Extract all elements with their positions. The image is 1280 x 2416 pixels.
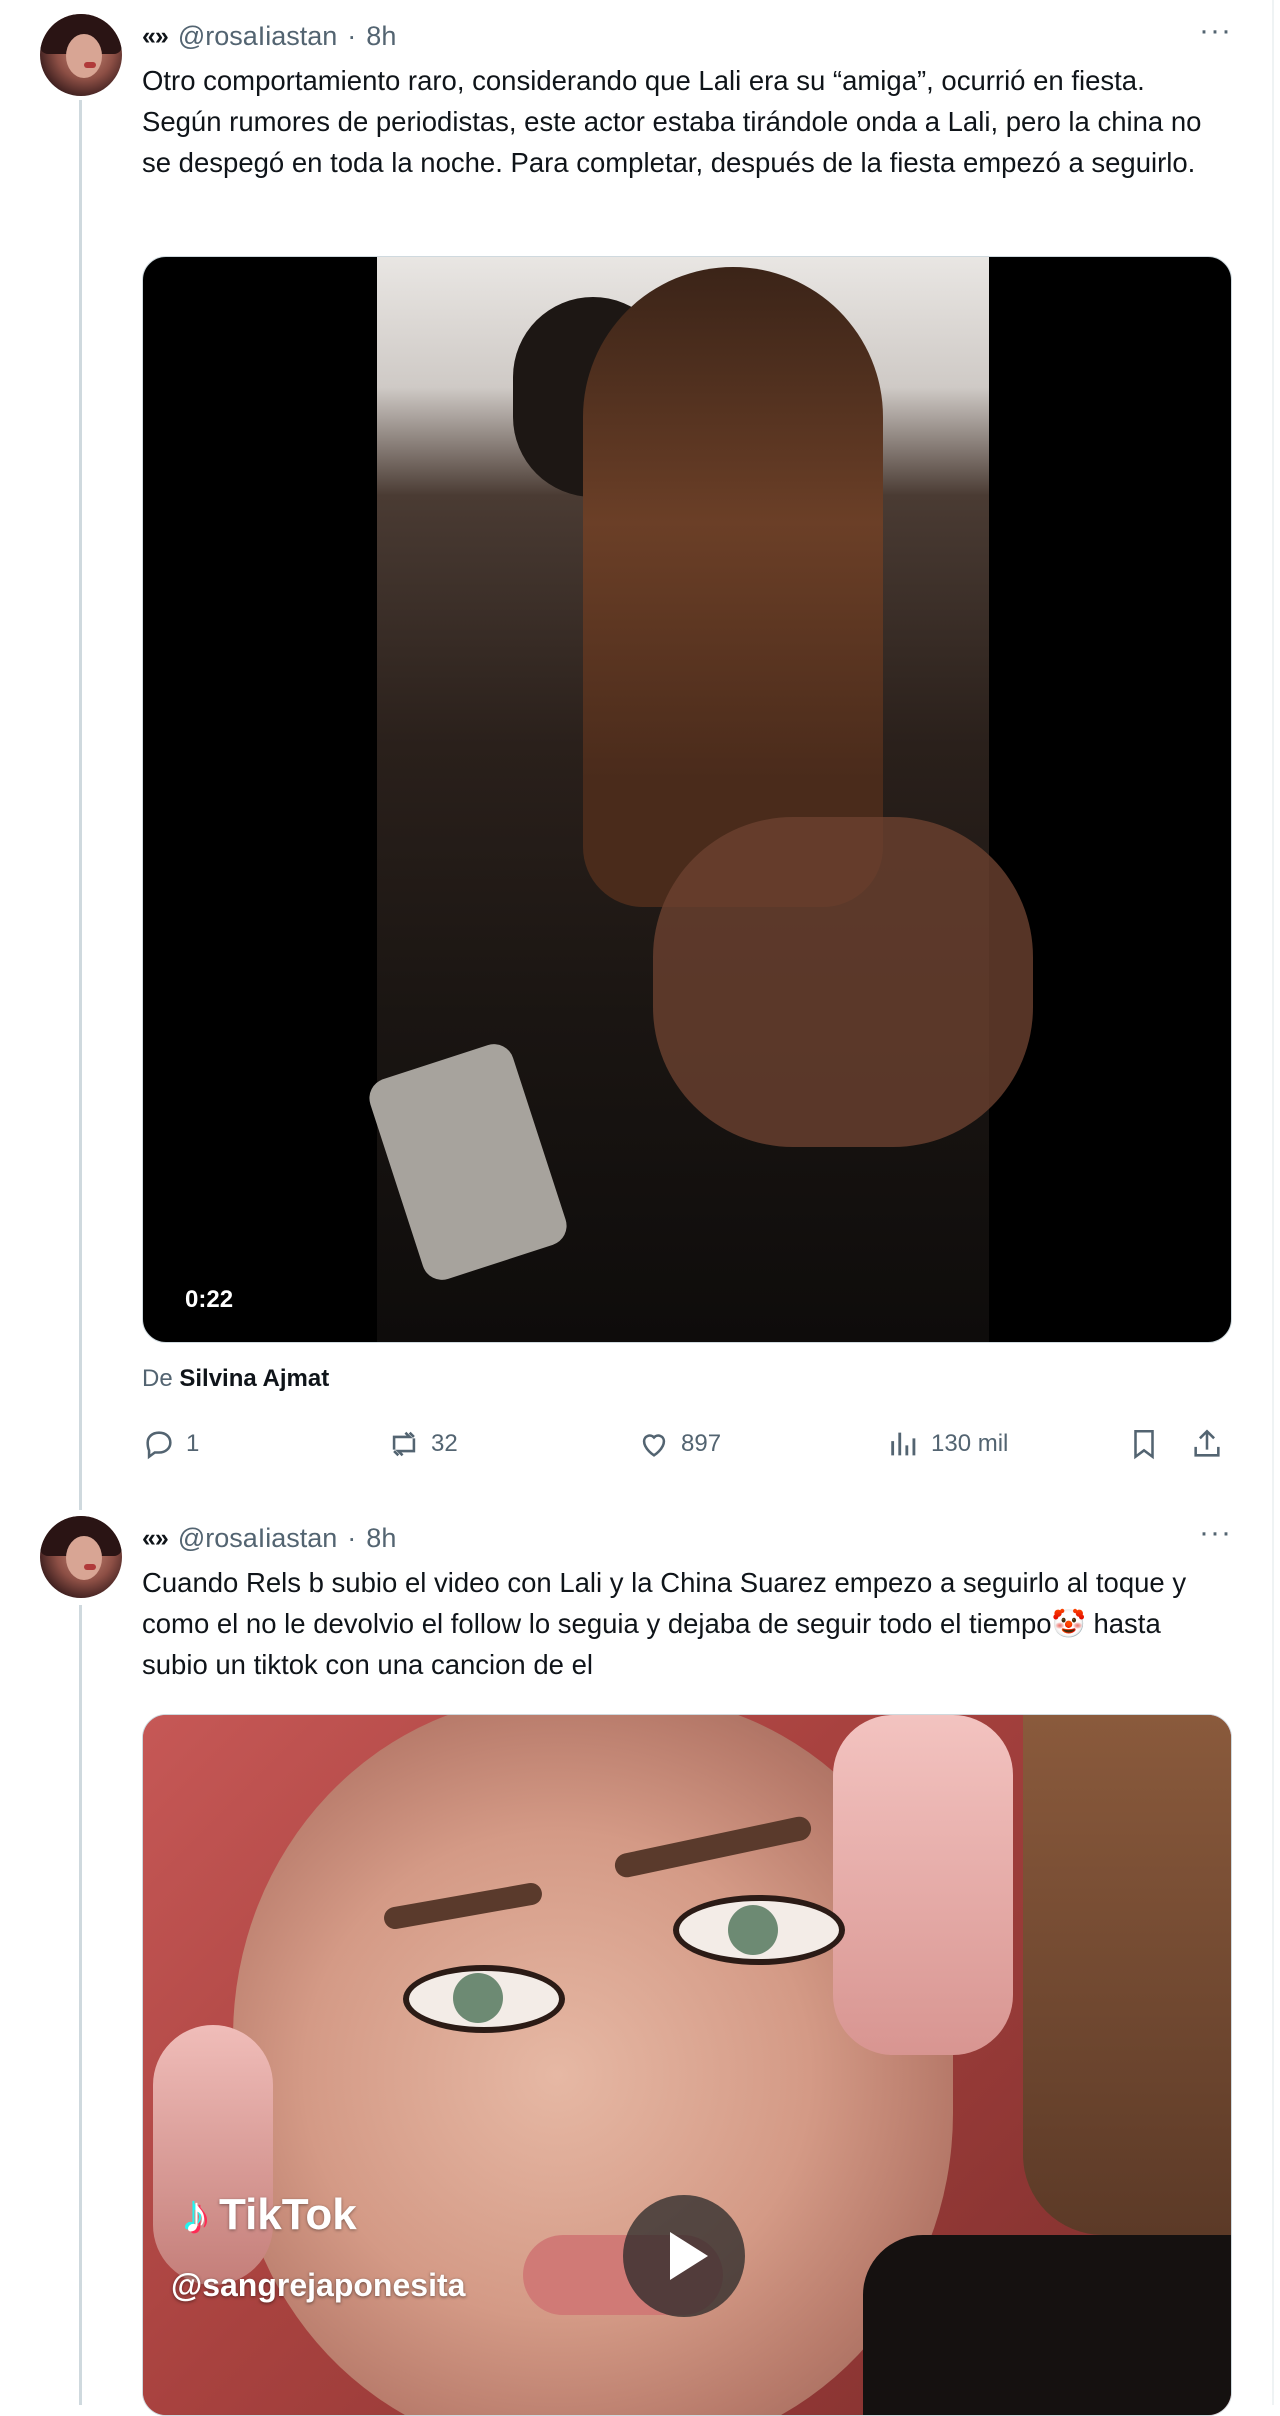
thread-line	[79, 100, 82, 1510]
user-handle[interactable]: @rosaIiastan	[178, 1523, 337, 1554]
play-icon	[670, 2232, 708, 2280]
avatar[interactable]	[40, 1516, 122, 1598]
repost-count: 32	[431, 1430, 458, 1457]
media-credit: De Silvina Ajmat	[142, 1365, 330, 1392]
tiktok-brand: TikTok	[219, 2190, 357, 2239]
share-icon	[1194, 1429, 1220, 1457]
more-icon[interactable]: ···	[1199, 14, 1232, 48]
tiktok-video-player[interactable]: ♪ TikTok @sangrejaponesita	[142, 1714, 1232, 2416]
timestamp[interactable]: 8h	[366, 1523, 396, 1554]
thread-line	[79, 1605, 82, 2405]
view-count: 130 mil	[931, 1430, 1009, 1457]
like-count: 897	[681, 1430, 722, 1457]
like-icon	[642, 1434, 666, 1457]
reply-button[interactable]: 1	[142, 1427, 199, 1461]
tweet-text: Cuando Rels b subio el video con Lali y …	[142, 1567, 1187, 1680]
tweet-header: «» @rosaIiastan · 8h	[142, 18, 396, 54]
repost-icon	[392, 1431, 416, 1457]
reply-icon	[146, 1431, 172, 1460]
timeline: «» @rosaIiastan · 8h ··· Otro comportami…	[0, 0, 1274, 2416]
user-handle[interactable]: @rosaIiastan	[178, 21, 337, 52]
views-icon	[891, 1432, 916, 1456]
display-name[interactable]: «»	[142, 1524, 169, 1553]
more-icon[interactable]: ···	[1199, 1516, 1232, 1550]
separator-dot: ·	[347, 1522, 357, 1553]
tiktok-watermark: ♪ TikTok	[183, 2185, 357, 2245]
tweet-header: «» @rosaIiastan · 8h	[142, 1520, 396, 1556]
repost-button[interactable]: 32	[387, 1427, 458, 1461]
separator-dot: ·	[347, 20, 357, 51]
timestamp[interactable]: 8h	[366, 21, 396, 52]
video-player[interactable]: 0:22	[142, 256, 1232, 1343]
tweet-actions: 1 32 897 130 mil	[142, 1424, 1232, 1464]
video-duration: 0:22	[185, 1286, 234, 1313]
avatar[interactable]	[40, 14, 122, 96]
bookmark-button[interactable]	[1127, 1427, 1161, 1461]
play-button[interactable]	[623, 2195, 745, 2317]
reply-count: 1	[186, 1430, 200, 1457]
tiktok-handle: @sangrejaponesita	[171, 2267, 466, 2303]
tweet-text: Otro comportamiento raro, considerando q…	[142, 65, 1202, 178]
share-button[interactable]	[1190, 1427, 1224, 1461]
like-button[interactable]: 897	[637, 1427, 721, 1461]
views-button[interactable]: 130 mil	[887, 1427, 1008, 1461]
credit-name[interactable]: Silvina Ajmat	[179, 1365, 329, 1392]
display-name[interactable]: «»	[142, 22, 169, 51]
tiktok-logo-icon: ♪	[183, 2186, 209, 2244]
bookmark-icon	[1134, 1429, 1154, 1460]
